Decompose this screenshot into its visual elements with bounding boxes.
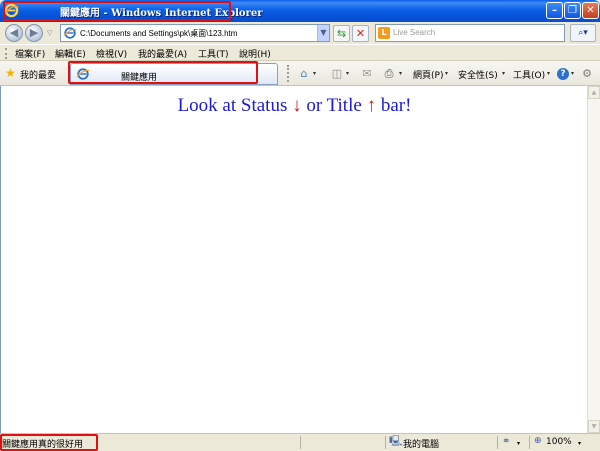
back-button[interactable]: ◀ bbox=[5, 24, 23, 42]
menu-file[interactable]: 檔案(F) bbox=[15, 47, 45, 60]
live-search-icon: L bbox=[378, 27, 390, 39]
vertical-scrollbar[interactable]: ▲ ▼ bbox=[587, 86, 600, 433]
address-bar[interactable]: C:\Documents and Settings\pk\桌面\123.htm … bbox=[60, 24, 330, 42]
search-input[interactable]: Live Search bbox=[393, 28, 435, 37]
status-divider bbox=[529, 436, 530, 449]
minimize-icon: – bbox=[552, 5, 557, 16]
tools-menu-button[interactable]: 工具(O) bbox=[513, 68, 545, 81]
status-divider bbox=[497, 436, 498, 449]
home-dropdown[interactable]: ▾ bbox=[313, 70, 316, 77]
address-input[interactable]: C:\Documents and Settings\pk\桌面\123.htm bbox=[80, 28, 237, 39]
navigation-toolbar: ◀ ▶ ▽ C:\Documents and Settings\pk\桌面\12… bbox=[0, 22, 600, 44]
computer-zone-icon: 🖳 bbox=[389, 436, 403, 447]
help-icon[interactable]: ? bbox=[557, 68, 569, 80]
feeds-dropdown[interactable]: ▾ bbox=[346, 70, 349, 77]
status-divider bbox=[385, 436, 386, 449]
safety-menu-button[interactable]: 安全性(S) bbox=[458, 68, 498, 81]
menu-grip[interactable] bbox=[5, 48, 7, 59]
menu-help[interactable]: 說明(H) bbox=[239, 47, 271, 60]
favorites-tab-bar: ★ 我的最愛 關鍵應用 ⌂ ▾ ◫ ▾ ✉ ⎙ ▾ 網頁(P) ▾ 安全性(S)… bbox=[0, 61, 600, 86]
scroll-up-button[interactable]: ▲ bbox=[588, 86, 600, 99]
zoom-icon[interactable]: ⊕ bbox=[534, 436, 542, 446]
feeds-icon[interactable]: ◫ bbox=[330, 67, 344, 80]
menu-edit[interactable]: 編輯(E) bbox=[55, 47, 86, 60]
up-arrow-icon: ↑ bbox=[366, 95, 377, 116]
forward-button[interactable]: ▶ bbox=[25, 24, 43, 42]
recent-pages-dropdown[interactable]: ▽ bbox=[47, 28, 55, 38]
tab-highlight-box bbox=[68, 61, 258, 84]
heading-text-title: or Title bbox=[306, 95, 362, 116]
favorites-button[interactable]: 我的最愛 bbox=[20, 68, 56, 81]
safety-dropdown[interactable]: ▾ bbox=[502, 70, 505, 77]
scroll-down-button[interactable]: ▼ bbox=[588, 420, 600, 433]
zoom-dropdown[interactable]: ▾ bbox=[578, 440, 581, 447]
title-highlight-box bbox=[3, 1, 231, 21]
page-content: Look at Status ↓ or Title ↑ bar! bbox=[0, 86, 587, 433]
status-highlight-box bbox=[0, 434, 98, 451]
home-icon[interactable]: ⌂ bbox=[297, 67, 311, 80]
heading-text-bar: bar! bbox=[380, 95, 412, 116]
command-bar-grip[interactable] bbox=[287, 65, 289, 82]
menu-view[interactable]: 檢視(V) bbox=[96, 47, 127, 60]
mail-icon[interactable]: ✉ bbox=[360, 67, 374, 80]
restore-button[interactable]: ❐ bbox=[564, 2, 581, 19]
protected-mode-icon[interactable]: ⚭ bbox=[502, 436, 510, 447]
page-heading: Look at Status ↓ or Title ↑ bar! bbox=[1, 95, 588, 117]
refresh-button[interactable]: ⇆ bbox=[333, 25, 350, 42]
protected-mode-dropdown[interactable]: ▾ bbox=[517, 440, 520, 447]
title-bar[interactable]: 關鍵應用 - Windows Internet Explorer – ❐ ✕ bbox=[0, 0, 600, 22]
down-arrow-icon: ↓ bbox=[292, 95, 302, 116]
forward-arrow-icon: ▶ bbox=[29, 26, 39, 39]
menu-favorites[interactable]: 我的最愛(A) bbox=[138, 47, 187, 60]
tools-dropdown[interactable]: ▾ bbox=[547, 70, 550, 77]
zoom-level[interactable]: 100% bbox=[546, 437, 572, 447]
heading-text-status: Look at Status bbox=[177, 95, 288, 116]
print-dropdown[interactable]: ▾ bbox=[399, 70, 402, 77]
menu-bar: 檔案(F) 編輯(E) 檢視(V) 我的最愛(A) 工具(T) 說明(H) bbox=[0, 44, 600, 61]
address-dropdown-button[interactable]: ▼ bbox=[317, 25, 329, 41]
stop-button[interactable]: ✕ bbox=[352, 25, 369, 42]
restore-icon: ❐ bbox=[568, 5, 577, 16]
help-dropdown[interactable]: ▾ bbox=[571, 70, 574, 77]
security-zone-label[interactable]: 我的電腦 bbox=[403, 437, 439, 450]
close-icon: ✕ bbox=[586, 5, 595, 16]
browser-window: 關鍵應用 - Windows Internet Explorer – ❐ ✕ ◀… bbox=[0, 0, 600, 451]
search-button[interactable]: ⌕▾ bbox=[570, 24, 596, 42]
menu-tools[interactable]: 工具(T) bbox=[198, 47, 229, 60]
page-ie-icon bbox=[63, 27, 77, 39]
page-menu-button[interactable]: 網頁(P) bbox=[413, 68, 443, 81]
status-divider bbox=[300, 436, 301, 449]
favorites-star-icon[interactable]: ★ bbox=[5, 67, 18, 80]
research-icon[interactable]: ⚙ bbox=[580, 67, 594, 80]
minimize-button[interactable]: – bbox=[546, 2, 563, 19]
search-box[interactable]: L Live Search bbox=[375, 24, 565, 42]
status-bar: 關鍵應用真的很好用 🖳 我的電腦 ⚭ ▾ ⊕ 100% ▾ bbox=[0, 433, 600, 451]
print-icon[interactable]: ⎙ bbox=[382, 67, 396, 80]
page-dropdown[interactable]: ▾ bbox=[445, 70, 448, 77]
back-arrow-icon: ◀ bbox=[9, 26, 19, 39]
close-button[interactable]: ✕ bbox=[582, 2, 599, 19]
